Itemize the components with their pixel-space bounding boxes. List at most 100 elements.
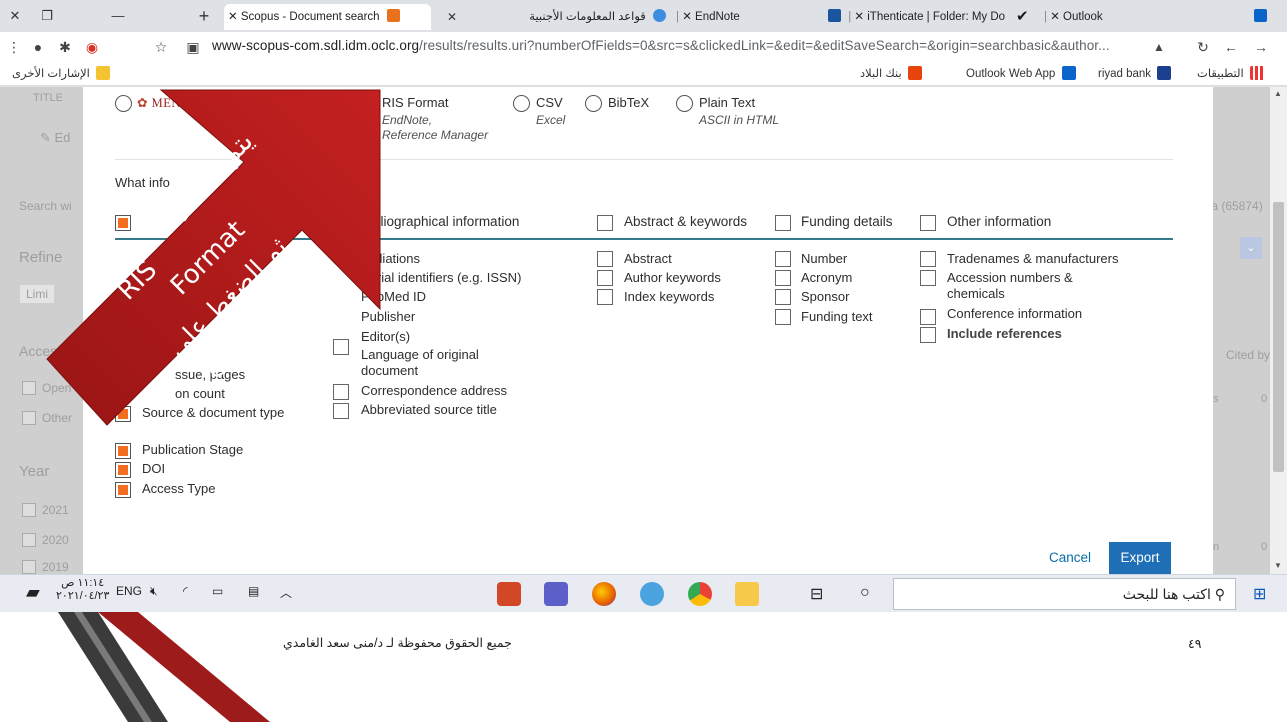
wifi-icon[interactable]: ◜: [183, 584, 188, 598]
checkbox-other-information[interactable]: [920, 215, 936, 231]
back-icon[interactable]: →: [1251, 37, 1271, 57]
bookmark-owa[interactable]: Outlook Web App: [966, 66, 1079, 80]
firefox-icon[interactable]: [592, 582, 616, 606]
clock[interactable]: ١١:١٤ ص ٢٠٢١/٠٤/٢٣: [56, 577, 109, 603]
checkbox-author-keywords[interactable]: [597, 270, 613, 286]
bookmark-other[interactable]: الإشارات الأخرى: [12, 66, 113, 80]
checkbox-conference[interactable]: [920, 309, 936, 325]
tab-close-icon[interactable]: ✕: [228, 11, 238, 23]
checkbox-volume-issue-pages[interactable]: [115, 367, 131, 383]
forward-icon[interactable]: ←: [1221, 37, 1241, 57]
checkbox-language[interactable]: [333, 339, 349, 355]
option-abstract: Abstract: [624, 251, 672, 266]
bg-title-label: TITLE: [33, 92, 63, 104]
radio-refworks[interactable]: [261, 95, 278, 112]
checkbox-abbreviated-title[interactable]: [333, 403, 349, 419]
bookmark-apps[interactable]: التطبيقات: [1197, 66, 1267, 80]
checkbox-citation-information[interactable]: [115, 215, 131, 231]
bg-year-heading: Year: [19, 463, 50, 480]
new-tab-icon[interactable]: +: [193, 6, 215, 26]
option-number: Number: [801, 251, 848, 266]
bookmark-riyad[interactable]: riyad bank: [1098, 66, 1174, 80]
checkbox-tradenames[interactable]: [920, 251, 936, 267]
radio-csv[interactable]: [513, 95, 530, 112]
cortana-icon[interactable]: ○: [860, 584, 870, 602]
teams-icon[interactable]: [544, 582, 568, 606]
option-sponsor: Sponsor: [801, 289, 850, 304]
tab-ithenticate[interactable]: | ✕ iThenticate | Folder: My Do: [820, 4, 1020, 30]
page-info-icon[interactable]: ▣: [183, 37, 203, 57]
close-window-icon[interactable]: ✕: [4, 6, 26, 26]
checkbox-funding-text[interactable]: [775, 309, 791, 325]
bg-limit-button: Limi: [20, 285, 55, 303]
riyad-bank-icon: [1157, 66, 1172, 80]
checkbox-source-document-type[interactable]: [115, 406, 131, 422]
section-question: What info: [115, 175, 170, 190]
plain-text-sub-label: ASCII in HTML: [699, 113, 780, 127]
scrollbar-thumb[interactable]: [1273, 202, 1284, 472]
tab-close-icon[interactable]: ✕: [447, 4, 457, 30]
battery-icon[interactable]: ▭: [212, 584, 223, 598]
windows-taskbar: ▰ ١١:١٤ ص ٢٠٢١/٠٤/٢٣ ENG 🔇︎ ◜ ▭ ▤ ︿ ⊟ ○ …: [0, 574, 1287, 612]
menu-icon[interactable]: ⋮: [4, 37, 24, 57]
cancel-button[interactable]: Cancel: [1049, 550, 1091, 565]
url-field[interactable]: www-scopus-com.sdl.idm.oclc.org/results/…: [212, 38, 1110, 53]
reload-icon[interactable]: ↻: [1193, 37, 1213, 57]
radio-plain-text[interactable]: [676, 95, 693, 112]
checkbox-correspondence[interactable]: [333, 384, 349, 400]
checkbox-abstract[interactable]: [597, 251, 613, 267]
checkbox-citation-count[interactable]: [115, 386, 131, 402]
volume-icon[interactable]: 🔇︎: [150, 584, 158, 599]
category-abstract-keywords: Abstract & keywords: [624, 214, 748, 229]
tab-endnote[interactable]: | ✕ EndNote: [672, 4, 812, 30]
radio-ris-format[interactable]: [359, 95, 376, 112]
radio-bibtex[interactable]: [585, 95, 602, 112]
task-view-icon[interactable]: ⊟: [810, 584, 823, 604]
minimize-window-icon[interactable]: —: [107, 6, 129, 26]
export-button[interactable]: Export: [1109, 542, 1171, 574]
checkbox-acronym[interactable]: [775, 270, 791, 286]
scroll-down-icon[interactable]: ▼: [1274, 561, 1282, 570]
tab-scopus[interactable]: ✕ Scopus - Document search: [224, 4, 431, 30]
bookmark-albilad[interactable]: بنك البلاد: [860, 66, 925, 80]
checkbox-funding-details[interactable]: [775, 215, 791, 231]
outlook-icon[interactable]: [1250, 4, 1270, 30]
profile-icon[interactable]: ●: [28, 37, 48, 57]
meet-now-icon[interactable]: ▤: [248, 584, 259, 598]
ithenticate-icon: [828, 9, 841, 22]
show-hidden-icons-icon[interactable]: ︿: [280, 584, 292, 601]
scroll-up-icon[interactable]: ▲: [1274, 89, 1282, 98]
extension-color-icon[interactable]: ◉: [82, 37, 102, 57]
checkbox-abstract-keywords[interactable]: [597, 215, 613, 231]
page-number: ٤٩: [1188, 637, 1202, 651]
export-dialog: ✿ MENDELEY ExLibris RefWorks RIS Format …: [83, 87, 1213, 574]
powerpoint-icon[interactable]: [497, 582, 521, 606]
extension-icon[interactable]: ✱: [55, 37, 75, 57]
file-explorer-icon[interactable]: [735, 582, 759, 606]
taskbar-search[interactable]: ⚲ اكتب هنا للبحث: [893, 578, 1236, 610]
ris-format-label: RIS Format: [382, 95, 449, 110]
tab-foreign-databases[interactable]: قواعد المعلومات الأجنبية: [470, 4, 670, 30]
divider: [115, 159, 1173, 160]
bg-checkbox: [22, 503, 36, 517]
chrome-icon[interactable]: [688, 582, 712, 606]
checkbox-doi[interactable]: [115, 462, 131, 478]
lock-icon[interactable]: ▲: [1149, 37, 1169, 57]
language-indicator[interactable]: ENG: [116, 584, 142, 598]
checkbox-include-references[interactable]: [920, 327, 936, 343]
checkbox-number[interactable]: [775, 251, 791, 267]
checkbox-sponsor[interactable]: [775, 289, 791, 305]
page-scrollbar[interactable]: ▲ ▼: [1270, 87, 1287, 574]
bg-edit-link: ✎ Ed: [40, 130, 71, 145]
checkbox-index-keywords[interactable]: [597, 289, 613, 305]
zoom-icon[interactable]: [640, 582, 664, 606]
notification-icon[interactable]: ▰: [26, 582, 40, 603]
tab-outlook[interactable]: | ✕ Outlook: [1040, 4, 1150, 30]
checkbox-access-type[interactable]: [115, 482, 131, 498]
checkbox-publication-stage[interactable]: [115, 443, 131, 459]
checkbox-accession-numbers[interactable]: [920, 270, 936, 286]
bookmark-star-icon[interactable]: ☆: [151, 37, 171, 57]
restore-window-icon[interactable]: ❐: [36, 6, 58, 26]
windows-start-icon[interactable]: ⊞: [1253, 584, 1266, 604]
radio-mendeley[interactable]: [115, 95, 132, 112]
